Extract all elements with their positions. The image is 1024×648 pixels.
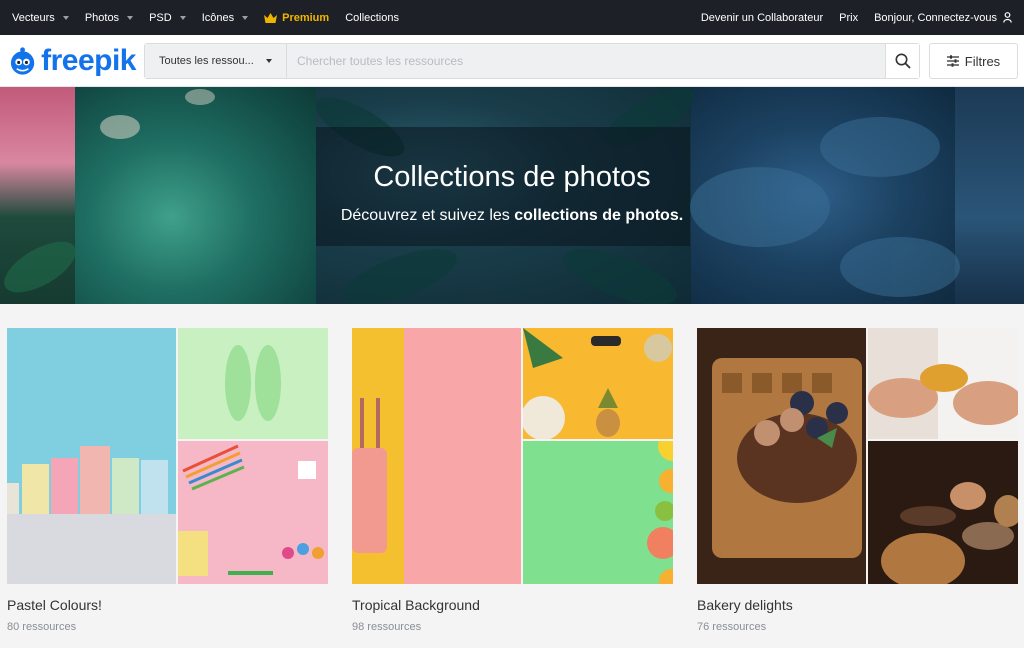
collection-image-suitcase bbox=[352, 328, 521, 584]
user-icon bbox=[1003, 12, 1012, 23]
resource-type-label: Toutes les ressou... bbox=[159, 55, 254, 67]
chalk-illustration bbox=[7, 446, 176, 584]
filters-label: Filtres bbox=[964, 53, 1001, 69]
top-nav-right: Devenir un Collaborateur Prix Bonjour, C… bbox=[685, 12, 1012, 24]
collection-image-stationery bbox=[178, 441, 328, 584]
collection-card-tropical[interactable] bbox=[352, 328, 673, 584]
nav-icones-label: Icônes bbox=[201, 11, 235, 24]
crown-icon bbox=[264, 12, 278, 23]
hero-title: Collections de photos bbox=[373, 161, 651, 193]
caret-down-icon bbox=[127, 15, 134, 20]
collection-title-tropical[interactable]: Tropical Background bbox=[352, 597, 480, 613]
top-nav-left: Vecteurs Photos PSD Icônes Premium Colle… bbox=[12, 12, 415, 24]
pastry-hands-illustration bbox=[868, 328, 1018, 439]
nav-prix-label: Prix bbox=[839, 11, 859, 24]
collection-count-bakery: 76 ressources bbox=[697, 621, 767, 633]
collection-count-tropical: 98 ressources bbox=[352, 621, 422, 633]
resource-type-select[interactable]: Toutes les ressou... bbox=[145, 44, 287, 78]
collection-image-beach-items bbox=[523, 328, 673, 439]
suitcase-illustration bbox=[352, 328, 404, 584]
nav-collaborateur[interactable]: Devenir un Collaborateur bbox=[701, 12, 823, 24]
nav-vecteurs[interactable]: Vecteurs bbox=[12, 12, 69, 24]
nav-photos-label: Photos bbox=[84, 11, 120, 24]
nav-connect[interactable]: Bonjour, Connectez-vous bbox=[874, 12, 1012, 24]
collection-card-bakery[interactable] bbox=[697, 328, 1018, 584]
collection-image-pastry-hands bbox=[868, 328, 1018, 439]
collection-image-waffle bbox=[697, 328, 866, 584]
collection-title-bakery[interactable]: Bakery delights bbox=[697, 597, 793, 613]
collection-title-pastel[interactable]: Pastel Colours! bbox=[7, 597, 102, 613]
nav-vecteurs-label: Vecteurs bbox=[12, 11, 55, 24]
nav-psd[interactable]: PSD bbox=[149, 12, 186, 24]
hero-subtitle-prefix: Découvrez et suivez les bbox=[340, 207, 515, 224]
nav-premium-label: Premium bbox=[282, 11, 330, 24]
nav-premium[interactable]: Premium bbox=[264, 12, 329, 24]
hero-subtitle: Découvrez et suivez les collections de p… bbox=[0, 207, 1024, 225]
caret-down-icon bbox=[242, 15, 249, 20]
search-bar: Toutes les ressou... bbox=[144, 43, 920, 79]
filters-button[interactable]: Filtres bbox=[929, 43, 1018, 79]
collection-image-sneakers bbox=[178, 328, 328, 439]
search-button[interactable] bbox=[885, 44, 919, 78]
collection-image-muffins bbox=[868, 441, 1018, 584]
logo-text: freepik bbox=[41, 44, 136, 77]
citrus-illustration bbox=[647, 441, 673, 584]
nav-collaborateur-label: Devenir un Collaborateur bbox=[700, 11, 824, 24]
hero-subtitle-bold: collections de photos. bbox=[514, 207, 684, 224]
nav-icones[interactable]: Icônes bbox=[201, 11, 249, 24]
nav-psd-label: PSD bbox=[149, 11, 172, 24]
collection-image-citrus bbox=[523, 441, 673, 584]
caret-down-icon bbox=[179, 15, 186, 20]
search-input[interactable] bbox=[287, 44, 885, 78]
nav-photos[interactable]: Photos bbox=[84, 11, 134, 24]
stationery-illustration bbox=[178, 444, 324, 576]
caret-down-icon bbox=[62, 15, 69, 20]
caret-down-icon bbox=[266, 59, 272, 63]
freepik-mascot-icon bbox=[10, 47, 35, 75]
nav-collections[interactable]: Collections bbox=[345, 12, 399, 24]
waffle-illustration bbox=[712, 358, 862, 558]
collection-card-pastel[interactable] bbox=[7, 328, 328, 584]
collection-image-chalk bbox=[7, 328, 176, 584]
filters-icon bbox=[946, 55, 959, 67]
beach-items-illustration bbox=[523, 328, 672, 439]
sneakers-illustration bbox=[225, 345, 281, 421]
search-icon bbox=[895, 53, 911, 69]
collection-count-pastel: 80 ressources bbox=[7, 621, 77, 633]
hero-banner bbox=[0, 87, 1024, 304]
muffins-illustration bbox=[881, 482, 1018, 584]
nav-collections-label: Collections bbox=[345, 11, 399, 24]
nav-connect-label: Bonjour, Connectez-vous bbox=[874, 11, 997, 24]
top-navigation: Vecteurs Photos PSD Icônes Premium Colle… bbox=[0, 0, 1024, 35]
nav-prix[interactable]: Prix bbox=[839, 12, 858, 24]
header-bar: freepik Toutes les ressou... Filtres bbox=[0, 35, 1024, 87]
freepik-logo[interactable]: freepik bbox=[8, 43, 136, 79]
